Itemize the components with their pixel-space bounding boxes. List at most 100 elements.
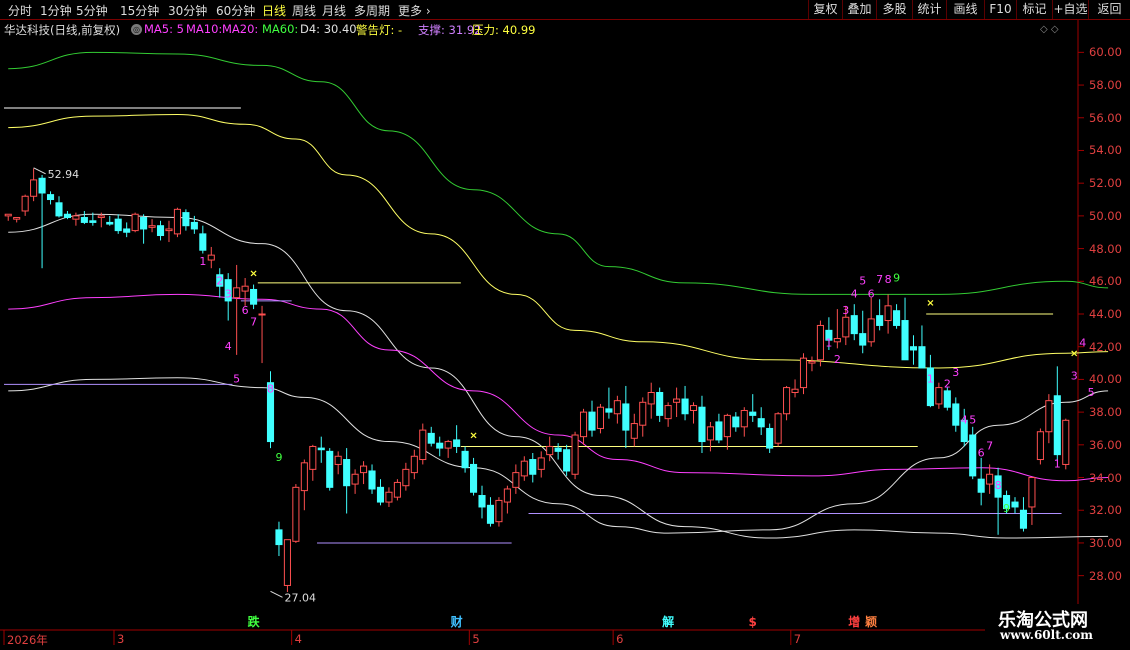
- candle-body-100: [850, 315, 858, 335]
- candle-body-17: [148, 225, 156, 228]
- candle-body-83: [706, 426, 714, 441]
- candle-body-75: [639, 401, 647, 426]
- candle-body-11: [97, 215, 105, 219]
- event-marker-4: 增: [848, 614, 860, 629]
- count-label-28: 3: [1071, 369, 1078, 382]
- candle-body-107: [909, 346, 918, 351]
- y-tick-label-14: 32.00: [1089, 503, 1122, 518]
- candle-body-63: [537, 457, 545, 470]
- candle-body-52: [444, 441, 452, 449]
- warning-mark-1: ×: [469, 430, 477, 441]
- count-label-29: 4: [1079, 337, 1086, 350]
- candle-body-88: [749, 411, 757, 416]
- count-label-15: 7: [876, 273, 883, 286]
- candle-body-37: [317, 447, 325, 451]
- candle-body-57: [486, 504, 495, 524]
- candle-body-13: [114, 218, 122, 232]
- count-label-16: 8: [885, 273, 892, 286]
- count-label-26: 9: [1003, 502, 1010, 515]
- candle-body-106: [901, 320, 909, 361]
- y-tick-label-5: 50.00: [1089, 208, 1122, 223]
- candle-body-45: [385, 491, 393, 503]
- candle-body-46: [393, 481, 401, 498]
- candle-body-61: [520, 460, 528, 477]
- candle-body-115: [977, 478, 985, 493]
- ma-line-green: [8, 51, 1109, 295]
- candle-body-12: [106, 221, 114, 225]
- y-tick-label-15: 30.00: [1089, 535, 1122, 550]
- candle-body-0: [4, 213, 12, 217]
- y-tick-label-7: 46.00: [1089, 274, 1122, 289]
- candle-body-39: [334, 455, 342, 465]
- candle-body-98: [833, 338, 841, 343]
- candle-body-80: [681, 398, 689, 415]
- candle-body-64: [546, 445, 554, 456]
- y-tick-label-10: 40.00: [1089, 372, 1122, 387]
- candle-body-28: [241, 285, 249, 292]
- candle-body-48: [410, 455, 418, 474]
- low-pointer: [270, 590, 283, 598]
- ma-line-white: [8, 213, 1109, 539]
- candle-body-87: [740, 409, 748, 428]
- candle-body-27: [233, 287, 241, 299]
- count-label-24: 7: [986, 440, 993, 453]
- candle-body-92: [783, 387, 791, 415]
- candle-body-24: [207, 254, 215, 261]
- count-label-12: 4: [851, 288, 858, 301]
- count-label-0: 1: [199, 255, 206, 268]
- candle-body-9: [80, 217, 88, 223]
- candle-body-111: [943, 390, 951, 408]
- count-label-10: 2: [834, 353, 841, 366]
- count-label-27: 1: [1054, 458, 1061, 471]
- candle-body-122: [1036, 431, 1044, 461]
- candle-body-90: [766, 427, 774, 449]
- x-tick-label-0: 2026年: [7, 633, 48, 647]
- count-label-21: 4: [961, 414, 968, 427]
- candle-body-79: [673, 398, 681, 403]
- candle-body-77: [656, 391, 664, 416]
- event-marker-2: 解: [662, 614, 674, 629]
- candle-body-94: [799, 357, 808, 389]
- low-label: 27.04: [285, 591, 317, 604]
- count-label-25: 8: [995, 479, 1002, 492]
- candle-body-59: [503, 488, 511, 503]
- count-label-13: 5: [859, 275, 866, 288]
- candle-body-55: [470, 463, 478, 493]
- count-label-22: 5: [969, 414, 976, 427]
- warning-mark-2: ×: [926, 298, 934, 309]
- candle-body-71: [605, 408, 613, 413]
- candle-body-40: [343, 459, 351, 487]
- candle-body-30: [258, 313, 266, 316]
- count-label-2: 3: [225, 288, 232, 301]
- candle-body-56: [478, 495, 486, 508]
- candle-body-18: [156, 225, 165, 237]
- candle-body-51: [436, 442, 444, 449]
- candle-body-67: [571, 434, 579, 475]
- watermark-url: www.60lt.com: [1000, 628, 1093, 642]
- candle-body-108: [918, 346, 926, 369]
- y-tick-label-13: 34.00: [1089, 470, 1122, 485]
- count-label-5: 6: [242, 304, 249, 317]
- candle-body-86: [732, 416, 740, 428]
- candle-body-38: [326, 450, 334, 488]
- high-pointer: [33, 167, 46, 175]
- candle-body-2: [21, 195, 29, 212]
- count-label-6: 7: [250, 315, 257, 328]
- y-tick-label-12: 36.00: [1089, 437, 1122, 452]
- candle-body-74: [630, 423, 638, 439]
- candle-body-91: [774, 413, 782, 444]
- candle-body-78: [664, 405, 672, 420]
- event-marker-5: 颖: [865, 614, 877, 629]
- x-tick-label-5: 7: [793, 632, 802, 646]
- candle-body-99: [842, 316, 850, 338]
- candle-body-119: [1011, 501, 1019, 508]
- candlestick-chart[interactable]: 1234567891234567 8 91 234 567891345××××52.94…: [0, 0, 1130, 650]
- y-tick-label-8: 44.00: [1089, 307, 1122, 321]
- candle-body-3: [30, 179, 38, 197]
- candle-body-16: [140, 217, 148, 230]
- candle-body-104: [884, 305, 892, 322]
- ma-line-yellow: [8, 113, 1109, 369]
- candle-body-23: [199, 233, 207, 251]
- candle-body-66: [563, 449, 571, 472]
- y-tick-label-16: 28.00: [1089, 568, 1122, 583]
